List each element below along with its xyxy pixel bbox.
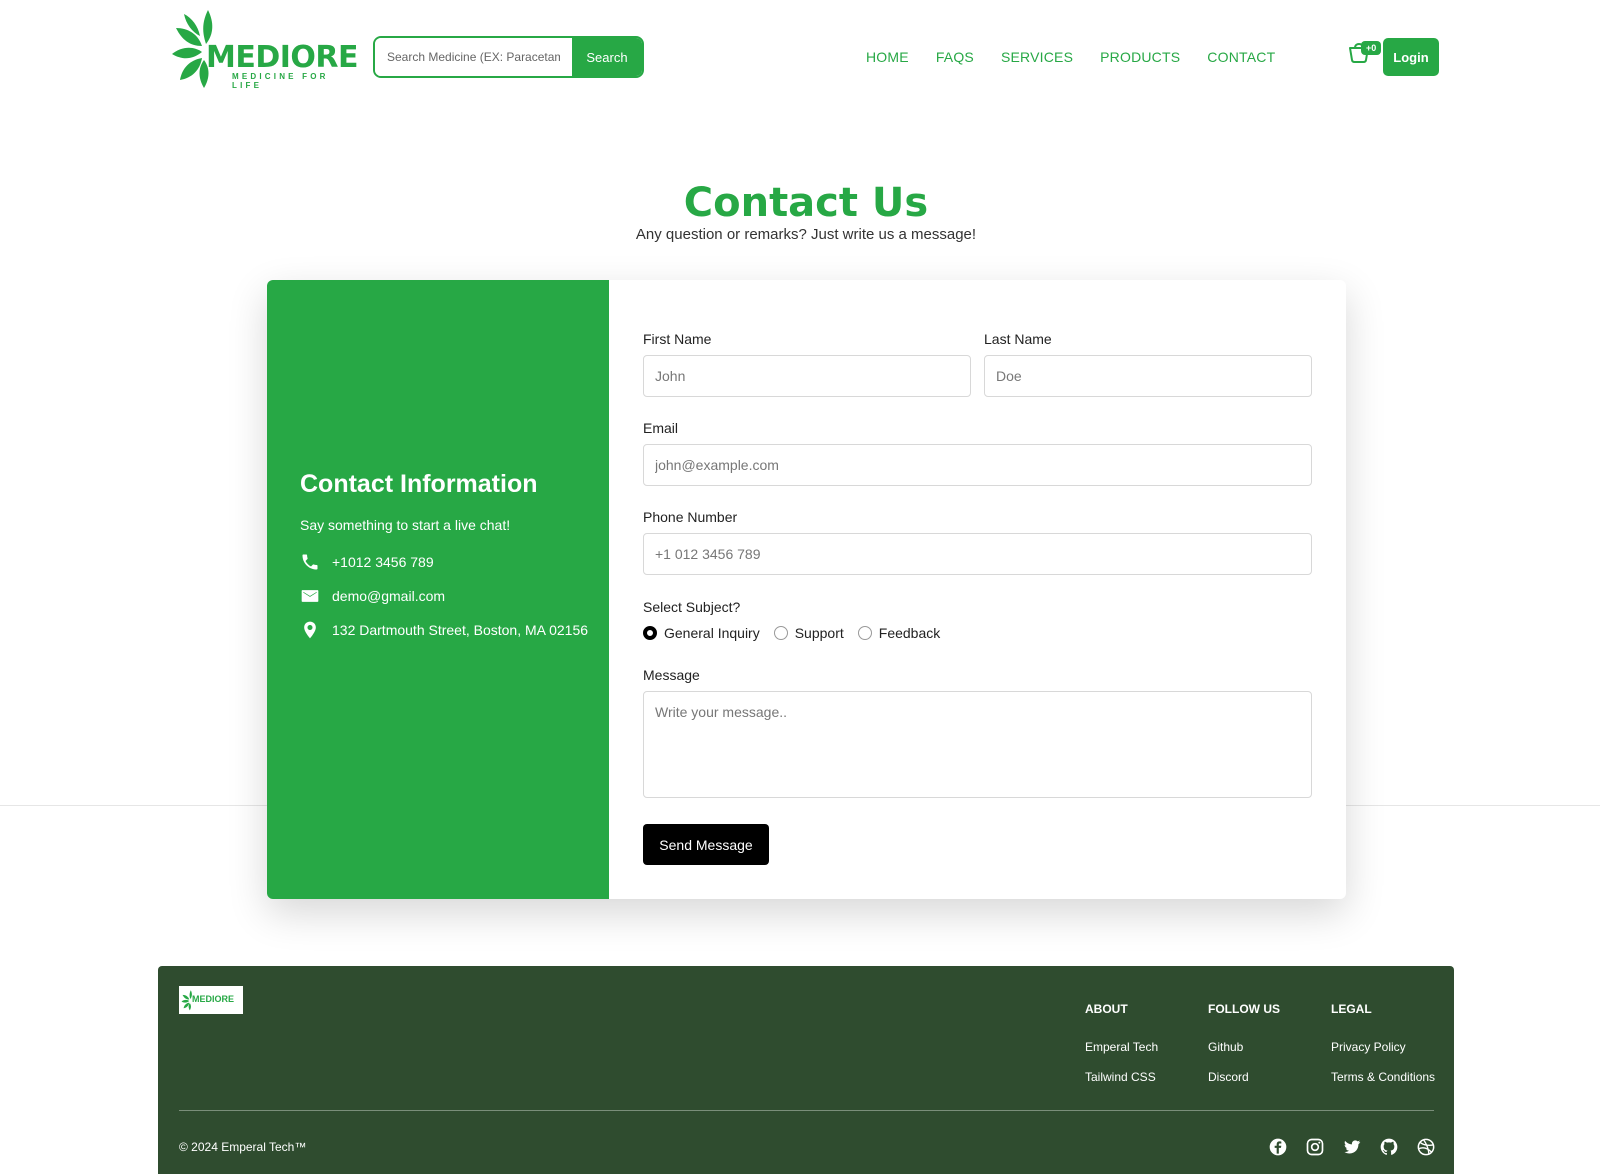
- contact-info-subtitle: Say something to start a live chat!: [300, 517, 511, 533]
- instagram-icon[interactable]: [1305, 1137, 1325, 1157]
- message-label: Message: [643, 667, 700, 683]
- contact-info-panel: Contact Information Say something to sta…: [267, 280, 609, 899]
- last-name-field[interactable]: [984, 355, 1312, 397]
- footer-copyright: © 2024 Emperal Tech™: [179, 1140, 307, 1154]
- login-button[interactable]: Login: [1383, 38, 1439, 76]
- radio-unchecked[interactable]: [857, 626, 872, 640]
- subject-option-label: General Inquiry: [664, 625, 760, 641]
- footer-logo-wordmark: MEDIORE: [192, 994, 235, 1004]
- contact-email-text: demo@gmail.com: [332, 588, 446, 604]
- first-name-label: First Name: [643, 331, 712, 347]
- footer-about-title: ABOUT: [1085, 1002, 1128, 1016]
- email-label: Email: [643, 420, 679, 436]
- footer-link-discord[interactable]: Discord: [1208, 1070, 1249, 1084]
- dribbble-icon[interactable]: [1416, 1137, 1436, 1157]
- phone-label: Phone Number: [643, 509, 738, 525]
- search-bar: Search: [373, 36, 644, 78]
- radio-checked[interactable]: [643, 626, 657, 640]
- nav-products[interactable]: PRODUCTS: [1100, 49, 1180, 65]
- nav-contact[interactable]: CONTACT: [1207, 49, 1275, 65]
- footer-link-terms[interactable]: Terms & Conditions: [1331, 1070, 1435, 1084]
- footer-link-privacy-policy[interactable]: Privacy Policy: [1331, 1040, 1406, 1054]
- footer-link-github[interactable]: Github: [1208, 1040, 1243, 1054]
- footer-link-tailwind-css[interactable]: Tailwind CSS: [1085, 1070, 1156, 1084]
- footer-logo[interactable]: MEDIORE: [179, 986, 243, 1014]
- subject-option-label: Support: [794, 625, 844, 641]
- footer-legal-title: LEGAL: [1331, 1002, 1372, 1016]
- send-message-button[interactable]: Send Message: [643, 824, 769, 865]
- phone-icon: [302, 554, 318, 570]
- email-field[interactable]: [643, 444, 1312, 486]
- search-input[interactable]: [375, 38, 572, 76]
- message-field[interactable]: [643, 691, 1312, 798]
- nav-home[interactable]: HOME: [866, 49, 909, 65]
- subject-radio-group: General Inquiry Support Feedback: [643, 625, 940, 641]
- subject-option-label: Feedback: [878, 625, 941, 641]
- nav-services[interactable]: SERVICES: [1001, 49, 1073, 65]
- site-header: MEDIORE MEDICINE FOR LIFE Search HOME FA…: [0, 0, 1600, 115]
- logo-tagline: MEDICINE FOR LIFE: [232, 72, 329, 90]
- contact-form: First Name Last Name Email Phone Number …: [609, 280, 1346, 899]
- cart-button[interactable]: +0: [1347, 40, 1382, 66]
- contact-email: demo@gmail.com: [300, 586, 445, 606]
- footer-link-emperal-tech[interactable]: Emperal Tech: [1085, 1040, 1158, 1054]
- last-name-label: Last Name: [984, 331, 1052, 347]
- first-name-field[interactable]: [643, 355, 971, 397]
- twitter-icon[interactable]: [1342, 1137, 1362, 1157]
- subject-support[interactable]: Support: [773, 625, 844, 641]
- main-nav: HOME FAQS SERVICES PRODUCTS CONTACT: [866, 49, 1275, 65]
- phone-field[interactable]: [643, 533, 1312, 575]
- footer-divider: [179, 1110, 1434, 1111]
- contact-phone: +1012 3456 789: [300, 552, 434, 572]
- mail-icon: [301, 590, 319, 602]
- site-footer: MEDIORE ABOUT Emperal Tech Tailwind CSS …: [158, 966, 1454, 1174]
- location-pin-icon: [304, 621, 316, 639]
- subject-feedback[interactable]: Feedback: [857, 625, 941, 641]
- contact-info-title: Contact Information: [300, 470, 538, 498]
- search-button[interactable]: Search: [572, 38, 642, 76]
- subject-general-inquiry[interactable]: General Inquiry: [643, 625, 760, 641]
- facebook-icon[interactable]: [1268, 1137, 1288, 1157]
- github-icon[interactable]: [1379, 1137, 1399, 1157]
- brand-logo[interactable]: MEDIORE MEDICINE FOR LIFE: [170, 6, 360, 90]
- cart-count-badge: +0: [1361, 41, 1382, 55]
- page-title: Contact Us: [683, 180, 929, 226]
- contact-card: Contact Information Say something to sta…: [267, 280, 1346, 899]
- contact-address-text: 132 Dartmouth Street, Boston, MA 02156: [332, 622, 589, 638]
- contact-phone-text: +1012 3456 789: [332, 554, 434, 570]
- radio-unchecked[interactable]: [773, 626, 788, 640]
- footer-follow-title: FOLLOW US: [1208, 1002, 1280, 1016]
- contact-address: 132 Dartmouth Street, Boston, MA 02156: [300, 620, 588, 640]
- logo-wordmark: MEDIORE: [206, 40, 359, 75]
- nav-faqs[interactable]: FAQS: [936, 49, 974, 65]
- subject-label: Select Subject?: [643, 599, 741, 615]
- page-subtitle: Any question or remarks? Just write us a…: [635, 226, 977, 243]
